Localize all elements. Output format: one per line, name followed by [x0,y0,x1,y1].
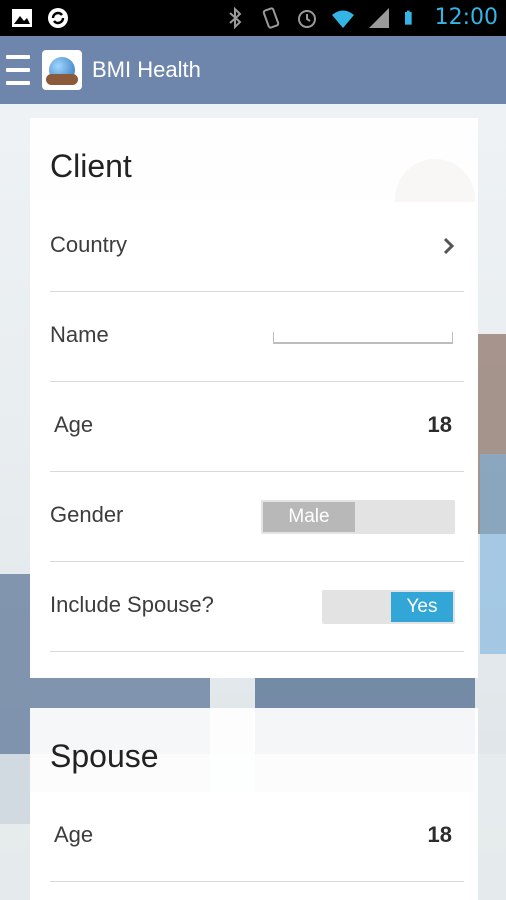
signal-icon [368,8,389,28]
status-bar: 12:00 [0,0,506,36]
include-spouse-toggle[interactable]: Yes [322,590,455,624]
name-label: Name [50,322,109,347]
sync-icon [48,8,68,28]
age-value[interactable]: 18 [428,412,452,438]
wifi-icon [331,10,354,28]
gender-label: Gender [50,502,124,527]
menu-icon[interactable] [6,55,30,85]
spouse-age-label: Age [54,822,94,847]
client-section-header: Client [30,118,478,204]
gender-value: Male [263,502,355,532]
client-card-bottom [30,652,478,678]
include-spouse-row: Include Spouse? Yes [30,562,478,652]
gender-toggle[interactable]: Male [261,500,455,534]
spouse-section-header: Spouse [30,708,478,794]
include-spouse-value: Yes [391,592,453,622]
clock: 12:00 [434,5,498,30]
spouse-age-row[interactable]: Age 18 [30,792,478,882]
include-spouse-label: Include Spouse? [50,592,214,617]
country-row[interactable]: Country [30,202,478,292]
action-bar: BMI Health [0,36,506,104]
name-row: Name [30,292,478,382]
image-icon [12,9,32,27]
chevron-right-icon [443,237,455,255]
app-title: BMI Health [92,57,201,82]
client-header: Client [50,148,132,184]
battery-icon [404,10,412,25]
alarm-icon [297,10,316,28]
spouse-card-continued [30,882,478,900]
bluetooth-icon [228,6,242,30]
app-logo-icon[interactable] [42,50,82,90]
age-row[interactable]: Age 18 [30,382,478,472]
spouse-header: Spouse [50,738,159,774]
spouse-age-value[interactable]: 18 [428,822,452,848]
country-label: Country [50,232,128,257]
vibrate-icon [262,7,279,29]
gender-row: Gender Male [30,472,478,562]
age-label: Age [54,412,94,437]
name-input[interactable] [273,332,453,344]
